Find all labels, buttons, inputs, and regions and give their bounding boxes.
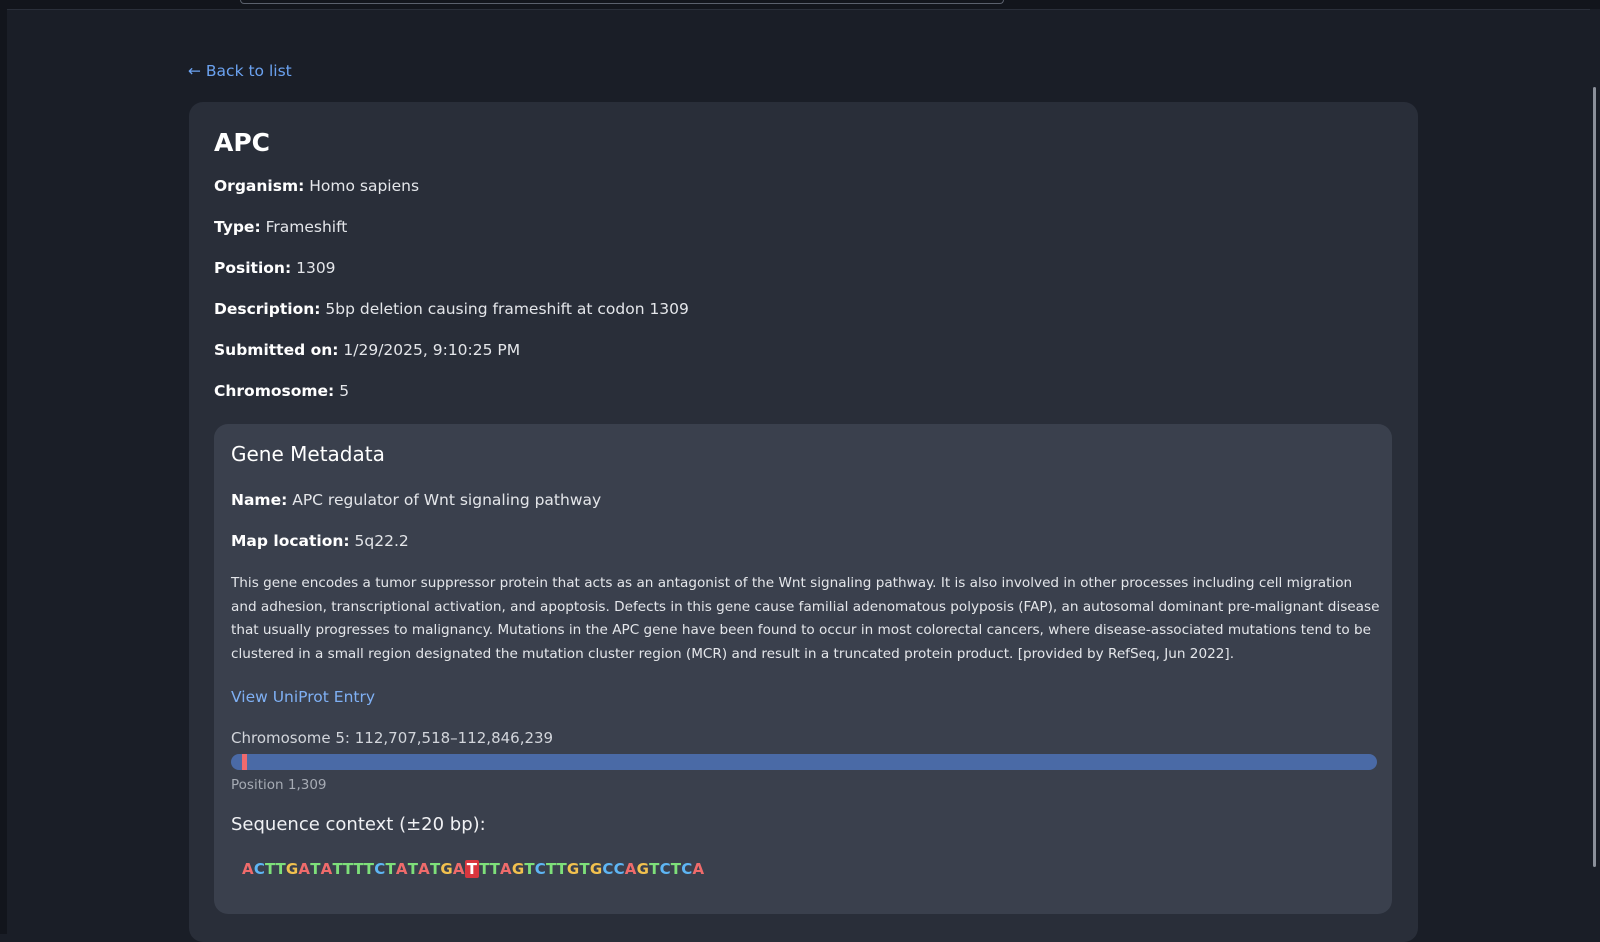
nucleotide: T [524,860,535,878]
mutation-position-marker [241,754,247,770]
field-value: Frameshift [265,218,348,236]
nucleotide: A [395,860,408,878]
nucleotide: A [298,860,311,878]
field-label: Description: [214,300,321,318]
chromosome-range-label: Chromosome 5: 112,707,518–112,846,239 [231,729,554,747]
view-uniprot-link[interactable]: View UniProt Entry [231,688,375,706]
position-field: Position: 1309 [214,259,336,277]
nucleotide: A [692,860,705,878]
gene-symbol-title: APC [214,128,271,157]
nucleotide: A [624,860,637,878]
description-field: Description: 5bp deletion causing frames… [214,300,689,318]
nucleotide: G [285,860,299,878]
sequence-context-heading: Sequence context (±20 bp): [231,814,486,835]
back-to-list-link[interactable]: ← Back to list [188,62,292,80]
scrollbar[interactable] [1590,9,1600,934]
field-label: Organism: [214,177,305,195]
chromosome-field: Chromosome: 5 [214,382,349,400]
browser-top-strip [0,0,1600,10]
nucleotide: T [429,860,441,878]
nucleotide: T [579,860,590,878]
gene-summary-text: This gene encodes a tumor suppressor pro… [231,575,1380,662]
submitted-on-field: Submitted on: 1/29/2025, 9:10:25 PM [214,341,520,359]
highlighted-nucleotide: T [464,860,480,878]
nucleotide: A [418,860,430,878]
nucleotide: T [556,860,567,878]
gene-metadata-panel: Gene Metadata Name: APC regulator of Wnt… [214,424,1392,914]
nucleotide: A [500,860,512,878]
type-field: Type: Frameshift [214,218,347,236]
mutation-detail-card: APC Organism: Homo sapiens Type: Framesh… [189,102,1418,942]
field-value: 1309 [296,259,336,277]
nucleotide: G [589,860,603,878]
organism-field: Organism: Homo sapiens [214,177,419,195]
top-bar-outline [240,0,1004,4]
nucleotide: T [489,860,501,878]
nucleotide: T [479,860,490,878]
nucleotide: C [534,860,547,878]
nucleotide: T [546,860,557,878]
nucleotide: C [374,860,386,878]
nucleotide: T [353,860,364,878]
position-label: Position 1,309 [231,777,327,793]
scrollbar-thumb[interactable] [1593,87,1596,867]
nucleotide: T [265,860,276,878]
field-value: APC regulator of Wnt signaling pathway [292,491,602,509]
nucleotide: C [253,860,266,878]
field-value: 5q22.2 [354,532,409,550]
nucleotide: G [440,860,453,878]
field-label: Name: [231,491,288,509]
nucleotide: T [649,860,660,878]
field-label: Submitted on: [214,341,339,359]
gene-name-field: Name: APC regulator of Wnt signaling pat… [231,491,601,509]
map-location-field: Map location: 5q22.2 [231,532,409,550]
nucleotide: C [602,860,614,878]
nucleotide: A [242,860,254,878]
nucleotide: C [659,860,671,878]
nucleotide: C [681,860,693,878]
nucleotide: T [310,860,321,878]
nucleotide: T [385,860,396,878]
nucleotide: G [636,860,650,878]
field-value: 5 [339,382,350,400]
nucleotide: T [275,860,286,878]
nucleotide: T [363,860,375,878]
left-window-edge [0,0,7,934]
nucleotide: T [407,860,419,878]
field-value: Homo sapiens [309,177,420,195]
gene-metadata-heading: Gene Metadata [231,442,385,466]
nucleotide: T [670,860,682,878]
nucleotide: G [511,860,525,878]
chromosome-track [231,754,1377,770]
field-value: 5bp deletion causing frameshift at codon… [325,300,689,318]
field-label: Chromosome: [214,382,335,400]
sequence-context: ACTTGATATTTTCTATATGA T TTAGTCTTGTGCCAGTCTC… [242,860,704,878]
nucleotide: A [452,860,465,878]
field-label: Position: [214,259,292,277]
nucleotide: A [320,860,333,878]
nucleotide: G [566,860,580,878]
nucleotide: T [342,860,354,878]
field-label: Map location: [231,532,350,550]
nucleotide: C [613,860,625,878]
nucleotide: T [332,860,343,878]
field-label: Type: [214,218,261,236]
field-value: 1/29/2025, 9:10:25 PM [343,341,521,359]
